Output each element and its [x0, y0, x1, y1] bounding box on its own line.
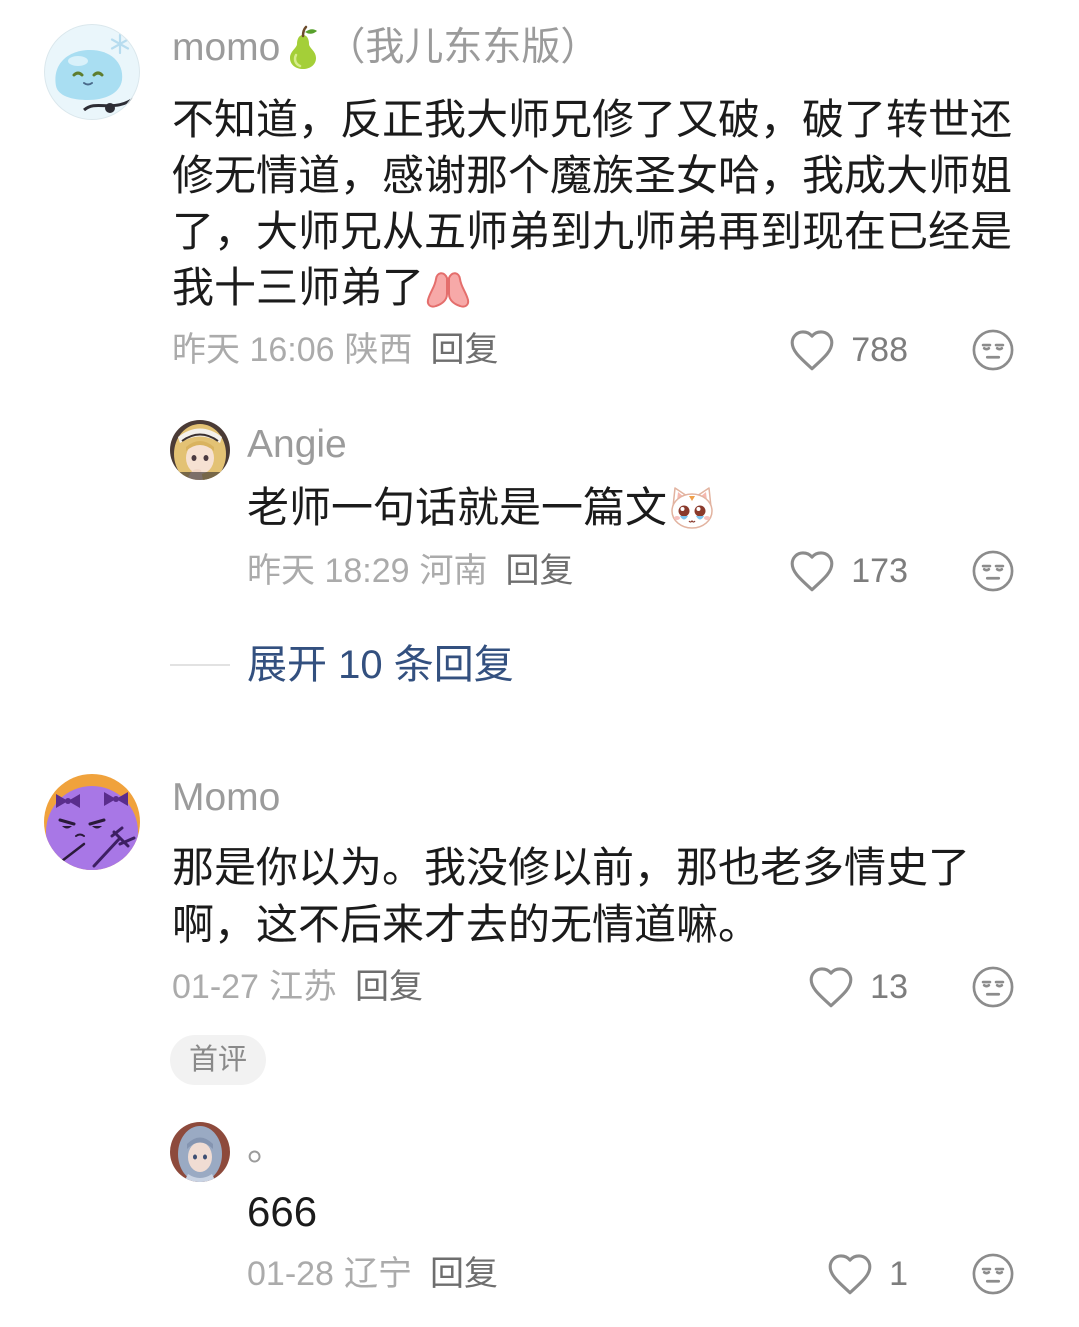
- dislike-button[interactable]: [972, 329, 1014, 371]
- comment-text-content: 不知道，反正我大师兄修了又破，破了转世还修无情道，感谢那个魔族圣女哈，我成大师姐…: [172, 96, 1013, 311]
- username-text: Angie: [247, 423, 347, 466]
- like-count: 1: [889, 1254, 908, 1293]
- heart-outline-icon: [790, 328, 834, 372]
- username[interactable]: momo （我儿东东版）: [172, 22, 599, 74]
- comment-text-content: 那是你以为。我没修以前，那也老多情史了啊，这不后来才去的无情道嘛。: [172, 844, 971, 948]
- crying-cat-emoji-icon: [668, 483, 716, 531]
- comment-text[interactable]: 666: [247, 1184, 1017, 1240]
- reply-button[interactable]: 回复: [430, 1255, 498, 1293]
- like-button[interactable]: 13: [809, 965, 908, 1009]
- blue-slime-avatar-icon: [44, 24, 140, 120]
- first-comment-badge: 首评: [170, 1035, 266, 1085]
- heart-outline-icon: [809, 965, 853, 1009]
- purple-devil-avatar-icon: [44, 774, 140, 870]
- comment-location: 辽宁: [343, 1255, 412, 1293]
- username-text: 。: [247, 1126, 287, 1169]
- dislike-button[interactable]: [972, 966, 1014, 1008]
- user-avatar[interactable]: [44, 774, 140, 870]
- comment-text[interactable]: 那是你以为。我没修以前，那也老多情史了啊，这不后来才去的无情道嘛。: [172, 839, 1018, 953]
- heart-outline-icon: [828, 1252, 872, 1296]
- like-count: 13: [870, 967, 908, 1006]
- like-count: 788: [851, 330, 908, 369]
- anime-blue-hair-avatar-icon: [170, 1122, 230, 1182]
- heart-outline-icon: [790, 549, 834, 593]
- anime-blonde-maid-avatar-icon: [170, 420, 230, 480]
- like-count: 173: [851, 551, 908, 590]
- like-button[interactable]: 1: [828, 1252, 908, 1296]
- username-suffix: （我儿东东版）: [326, 26, 600, 69]
- comment-text[interactable]: 老师一句话就是一篇文: [247, 480, 1017, 536]
- reply-button[interactable]: 回复: [431, 331, 499, 369]
- user-avatar[interactable]: [44, 24, 140, 120]
- expand-divider: [170, 664, 230, 666]
- username[interactable]: 。: [247, 1122, 286, 1174]
- comment-location: 江苏: [268, 968, 337, 1006]
- comment-text-content: 老师一句话就是一篇文: [247, 484, 668, 531]
- comment-time: 01-27: [172, 968, 259, 1006]
- user-avatar[interactable]: [170, 1122, 230, 1182]
- comment-time: 昨天 16:06: [172, 331, 335, 369]
- like-button[interactable]: 788: [790, 328, 908, 372]
- praying-hands-emoji-icon: [425, 269, 471, 311]
- expand-replies-button[interactable]: 展开 10 条回复: [247, 641, 514, 689]
- comment-meta: 01-27 江苏 回复: [172, 965, 423, 1009]
- comment-time: 昨天 18:29: [247, 552, 410, 590]
- username[interactable]: Momo: [172, 772, 280, 824]
- comment-time: 01-28: [247, 1255, 334, 1293]
- like-button[interactable]: 173: [790, 549, 908, 593]
- reply-button[interactable]: 回复: [506, 552, 574, 590]
- comment-meta: 昨天 18:29 河南 回复: [247, 549, 574, 593]
- reply-button[interactable]: 回复: [355, 968, 423, 1006]
- username-text: Momo: [172, 776, 281, 819]
- dislike-button[interactable]: [972, 550, 1014, 592]
- user-avatar[interactable]: [170, 420, 230, 480]
- comment-meta: 昨天 16:06 陕西 回复: [172, 328, 499, 372]
- meh-face-icon: [972, 966, 1014, 1008]
- comment-meta: 01-28 辽宁 回复: [247, 1252, 498, 1296]
- username[interactable]: Angie: [247, 419, 347, 471]
- username-text: momo: [172, 26, 281, 69]
- meh-face-icon: [972, 329, 1014, 371]
- pear-emoji-icon: [282, 25, 326, 71]
- comment-text-content: 666: [247, 1188, 318, 1235]
- meh-face-icon: [972, 550, 1014, 592]
- dislike-button[interactable]: [972, 1253, 1014, 1295]
- comment-location: 河南: [419, 552, 488, 590]
- comment-text[interactable]: 不知道，反正我大师兄修了又破，破了转世还修无情道，感谢那个魔族圣女哈，我成大师姐…: [172, 92, 1018, 316]
- meh-face-icon: [972, 1253, 1014, 1295]
- comment-location: 陕西: [344, 331, 413, 369]
